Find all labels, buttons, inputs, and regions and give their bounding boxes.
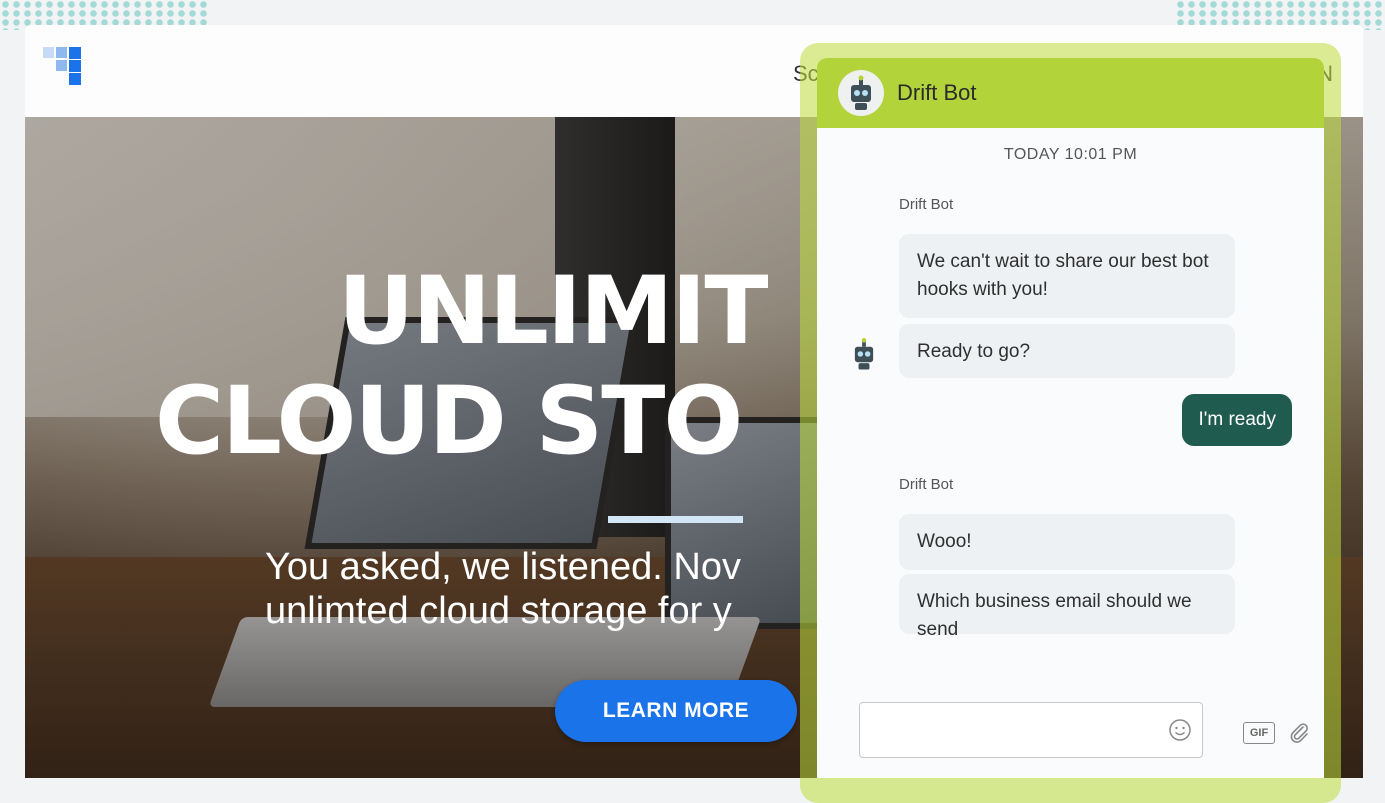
bot-message: Ready to go? <box>899 324 1235 378</box>
hero-title-line2: CLOUD STO <box>155 367 743 476</box>
logo-icon[interactable] <box>43 47 93 97</box>
bot-avatar-icon <box>843 333 885 375</box>
chat-widget: Drift Bot TODAY 10:01 PM Drift Bot We ca… <box>817 58 1324 778</box>
bot-message: We can't wait to share our best bot hook… <box>899 234 1235 318</box>
bot-name: Drift Bot <box>897 80 977 105</box>
bot-message: Wooo! <box>899 514 1235 570</box>
chat-message-input[interactable] <box>859 702 1203 758</box>
learn-more-button[interactable]: LEARN MORE <box>555 680 797 742</box>
hero-divider <box>608 516 743 523</box>
message-sender: Drift Bot <box>899 196 954 213</box>
user-message: I'm ready <box>1182 394 1292 446</box>
message-sender: Drift Bot <box>899 476 954 493</box>
gif-button[interactable]: GIF <box>1243 722 1275 744</box>
chat-timestamp: TODAY 10:01 PM <box>1003 146 1138 163</box>
emoji-icon[interactable] <box>1168 718 1192 742</box>
hero-subtitle-line2: unlimted cloud storage for y <box>265 590 732 632</box>
hero-title-line1: UNLIMIT <box>338 257 769 366</box>
chat-header: Drift Bot <box>817 58 1324 128</box>
bot-message: Which business email should we send <box>899 574 1235 640</box>
bot-avatar-icon <box>838 70 884 116</box>
chat-messages[interactable]: TODAY 10:01 PM Drift Bot We can't wait t… <box>817 128 1324 680</box>
hero-subtitle: You asked, we listened. Nov unlimted clo… <box>265 545 741 633</box>
attach-icon[interactable] <box>1287 720 1311 744</box>
hero-subtitle-line1: You asked, we listened. Nov <box>265 546 742 588</box>
